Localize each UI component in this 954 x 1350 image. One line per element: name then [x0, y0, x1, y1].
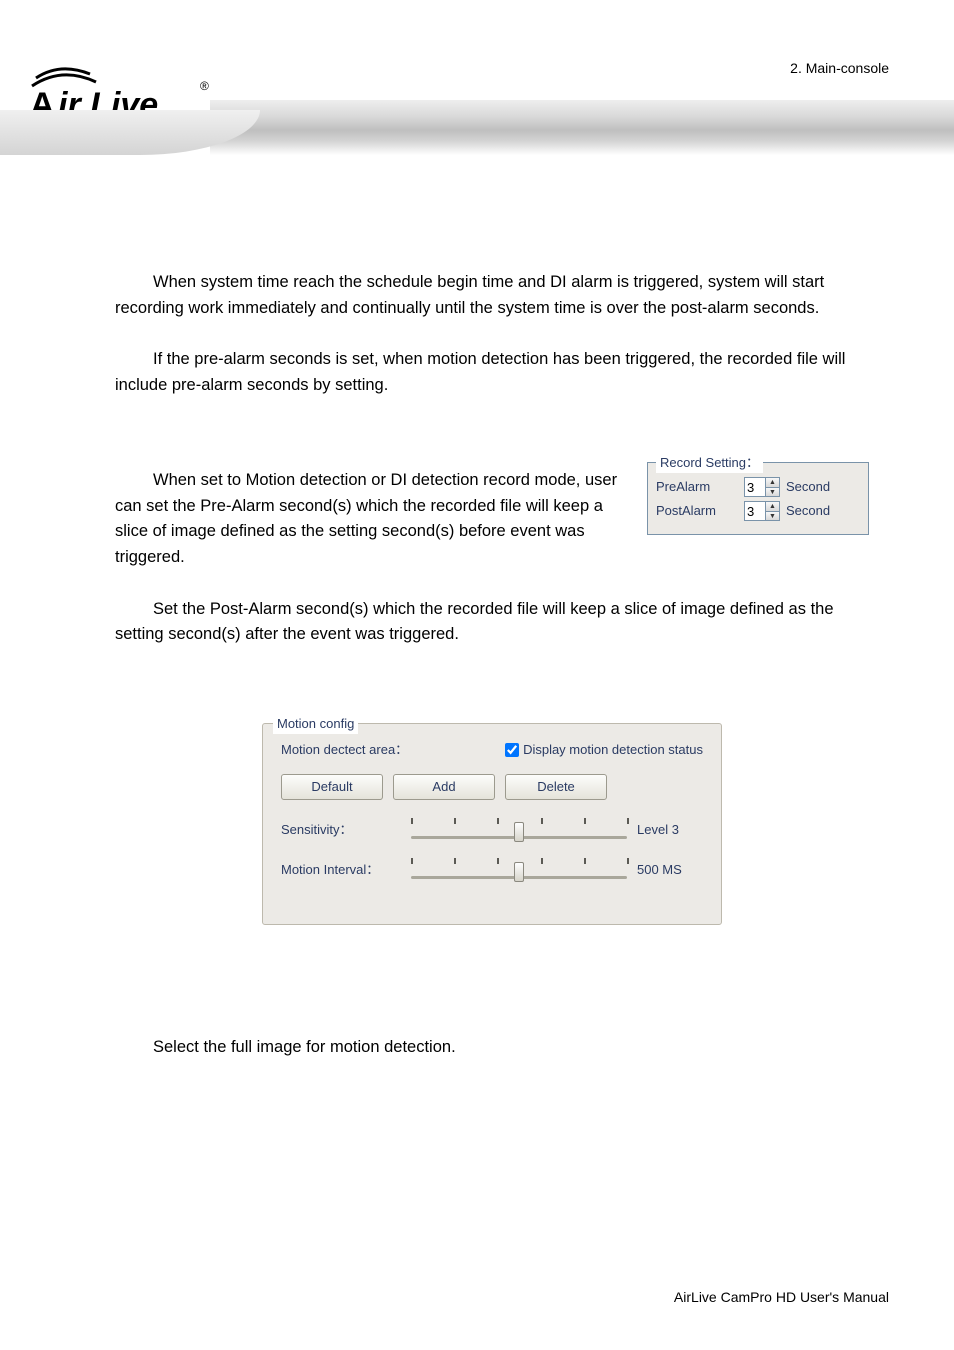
- postalarm-down-icon[interactable]: ▼: [766, 512, 779, 521]
- prealarm-unit: Second: [786, 477, 830, 497]
- postalarm-stepper[interactable]: ▲ ▼: [744, 501, 780, 521]
- record-setting-legend: Record Setting：: [656, 453, 763, 473]
- sensitivity-value: Level 3: [637, 820, 703, 840]
- motion-interval-label: Motion Interval：: [281, 860, 401, 880]
- paragraph-1: When system time reach the schedule begi…: [115, 270, 869, 321]
- motion-interval-value: 500 MS: [637, 860, 703, 880]
- sensitivity-label: Sensitivity：: [281, 820, 401, 840]
- motion-detect-area-label: Motion dectect area：: [281, 740, 408, 760]
- add-button[interactable]: Add: [393, 774, 495, 800]
- prealarm-down-icon[interactable]: ▼: [766, 488, 779, 497]
- logo-reg: ®: [200, 79, 209, 93]
- postalarm-input[interactable]: [745, 502, 765, 520]
- sensitivity-slider[interactable]: [411, 818, 627, 842]
- display-motion-status-label: Display motion detection status: [523, 740, 703, 760]
- postalarm-label: PostAlarm: [656, 501, 738, 521]
- display-motion-status-input[interactable]: [505, 743, 519, 757]
- prealarm-label: PreAlarm: [656, 477, 738, 497]
- motion-config-legend: Motion config: [273, 714, 358, 734]
- header-banner: [210, 100, 954, 155]
- paragraph-5: Select the full image for motion detecti…: [115, 1035, 869, 1061]
- paragraph-3: When set to Motion detection or DI detec…: [115, 468, 639, 570]
- prealarm-up-icon[interactable]: ▲: [766, 478, 779, 488]
- paragraph-4: Set the Post-Alarm second(s) which the r…: [115, 597, 869, 648]
- footer-text: AirLive CamPro HD User's Manual: [674, 1289, 889, 1305]
- breadcrumb: 2. Main-console: [790, 60, 889, 76]
- default-button[interactable]: Default: [281, 774, 383, 800]
- delete-button[interactable]: Delete: [505, 774, 607, 800]
- paragraph-2: If the pre-alarm seconds is set, when mo…: [115, 347, 869, 398]
- postalarm-up-icon[interactable]: ▲: [766, 502, 779, 512]
- prealarm-stepper[interactable]: ▲ ▼: [744, 477, 780, 497]
- motion-interval-slider[interactable]: [411, 858, 627, 882]
- motion-config-group: Motion config Motion dectect area： Displ…: [262, 723, 722, 925]
- display-motion-status-checkbox[interactable]: Display motion detection status: [505, 740, 703, 760]
- sensitivity-thumb[interactable]: [514, 822, 524, 842]
- postalarm-unit: Second: [786, 501, 830, 521]
- prealarm-input[interactable]: [745, 478, 765, 496]
- record-setting-group: Record Setting： PreAlarm ▲ ▼ Second Post…: [647, 462, 869, 534]
- motion-interval-thumb[interactable]: [514, 862, 524, 882]
